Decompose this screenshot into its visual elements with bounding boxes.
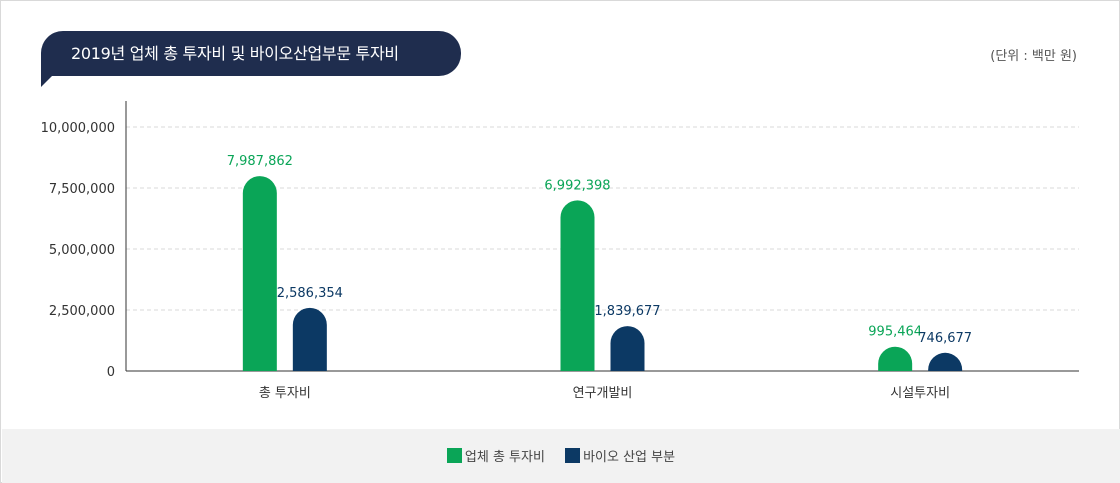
data-label: 6,992,398 [544, 178, 610, 193]
bar [610, 326, 645, 371]
x-tick-label: 연구개발비 [573, 386, 633, 401]
legend-bar: 업체 총 투자비 바이오 산업 부분 [2, 429, 1120, 483]
data-label: 746,677 [918, 331, 972, 346]
x-tick-label: 총 투자비 [259, 386, 311, 401]
legend-label-total: 업체 총 투자비 [464, 450, 545, 465]
bar-chart: 0 2,500,000 5,000,000 7,500,000 10,000,000 7,… [41, 101, 1079, 401]
y-tick-label: 2,500,000 [49, 304, 115, 319]
x-tick-label: 시설투자비 [890, 386, 950, 401]
y-tick-label: 7,500,000 [49, 182, 115, 197]
data-label: 7,987,862 [227, 154, 293, 169]
bar [878, 346, 913, 371]
legend-item-bio: 바이오 산업 부분 [565, 446, 675, 465]
legend-swatch-bio [565, 448, 581, 463]
legend: 업체 총 투자비 바이오 산업 부분 [2, 446, 1120, 465]
legend-swatch-total [446, 448, 462, 463]
legend-label-bio: 바이오 산업 부분 [583, 450, 676, 465]
data-label: 1,839,677 [594, 304, 660, 319]
bar [928, 352, 963, 371]
legend-item-total: 업체 총 투자비 [446, 446, 545, 465]
bar [242, 176, 277, 371]
bar [292, 307, 327, 371]
y-tick-label: 0 [107, 365, 115, 380]
data-label: 995,464 [868, 325, 922, 340]
bar [560, 200, 595, 371]
data-label: 2,586,354 [277, 286, 343, 301]
chart-frame: 2019년 업체 총 투자비 및 바이오산업부문 투자비 (단위 : 백만 원)… [0, 0, 1120, 483]
y-tick-label: 10,000,000 [41, 121, 115, 136]
y-tick-label: 5,000,000 [49, 243, 115, 258]
